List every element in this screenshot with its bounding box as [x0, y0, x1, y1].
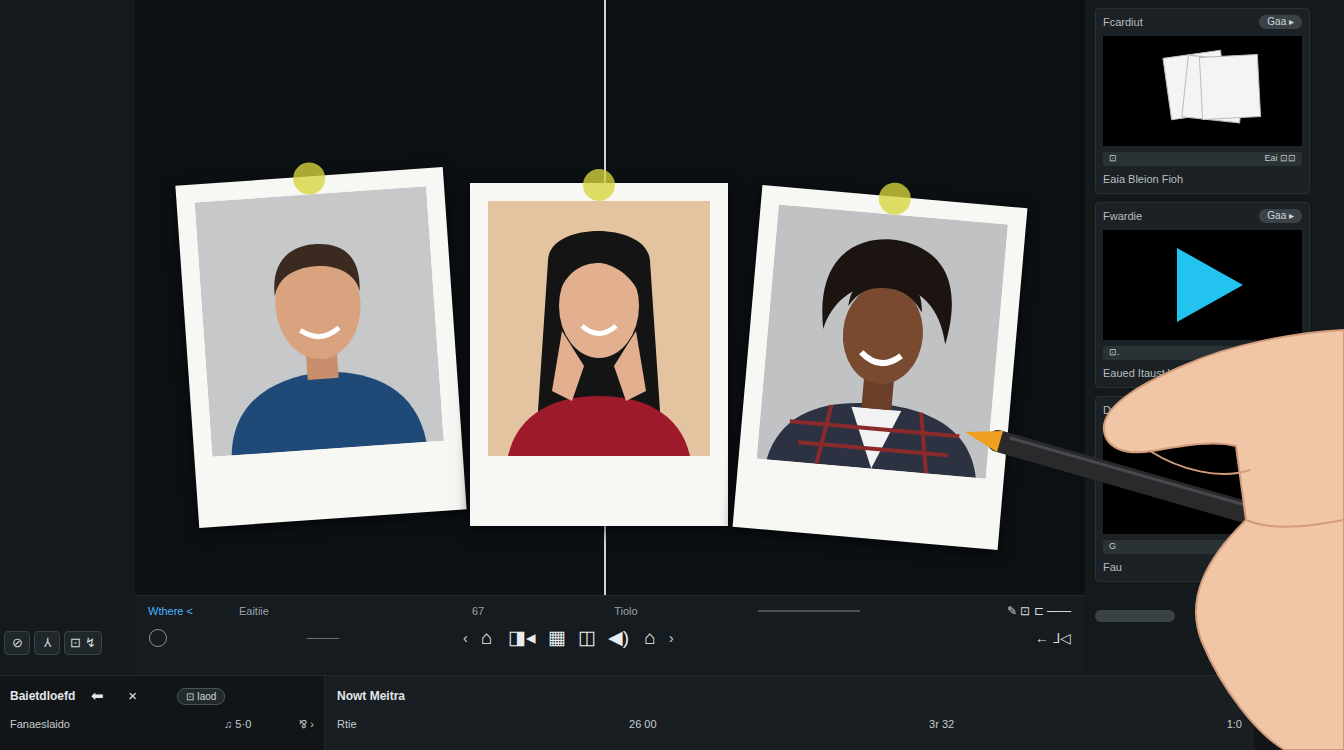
track-section: Nowt Meitra Rtie 26 00 3r 32 1:0	[325, 676, 1254, 750]
preview-meta: ⊡.	[1103, 346, 1302, 360]
divider	[307, 638, 339, 639]
tool-button[interactable]: ▦	[542, 624, 572, 653]
previous-button[interactable]: ‹	[459, 628, 472, 649]
rail-button[interactable]: ⅄	[34, 631, 60, 655]
panel-scroll-handle[interactable]	[1095, 610, 1175, 622]
undo-controls[interactable]: ← ⅃◁	[1035, 628, 1071, 649]
preview-view[interactable]	[1103, 230, 1302, 340]
rail-button[interactable]: ⊘	[4, 631, 30, 655]
man-portrait-icon	[195, 186, 444, 457]
track-label: Rtie	[337, 716, 357, 733]
polaroid-photo[interactable]	[733, 185, 1028, 550]
rail-button[interactable]: ⊡ ↯	[64, 631, 102, 655]
meta-left: G	[1109, 540, 1116, 554]
canvas[interactable]	[135, 0, 1085, 595]
polaroid-photo[interactable]	[175, 167, 466, 528]
track-row: Rtie 26 00 3r 32 1:0	[337, 710, 1242, 738]
next-button[interactable]: ›	[665, 628, 678, 649]
close-button[interactable]: ×	[128, 685, 137, 708]
record-button[interactable]	[149, 629, 167, 647]
empty-preview-icon	[1105, 424, 1300, 534]
preview-card[interactable]: Dvai G Fau	[1095, 396, 1310, 582]
preview-panel: Fcardiut Gaa ▸ ⊡ Eai ⊡⊡ Eaia Bleion Fioh Fwar…	[1085, 0, 1344, 675]
meta-right: Eai ⊡⊡	[1264, 152, 1296, 166]
preview-meta: ⊡ Eai ⊡⊡	[1103, 152, 1302, 166]
track-title: Nowt Meitra	[337, 682, 1242, 710]
meta-left: ⊡.	[1109, 346, 1120, 360]
pin-icon	[877, 181, 912, 216]
left-rail: ⊘⅄⊡ ↯	[0, 0, 135, 675]
scrub-track[interactable]	[758, 610, 860, 612]
meta-left: ⊡	[1109, 152, 1117, 166]
track-time: 3r 32	[929, 716, 954, 733]
canvas-column: Wthere <Eaitiie67Tiolo✎ ⊡ ⊏ —— ‹⌂◨◂▦◫◀)⌂…	[135, 0, 1085, 675]
hand-pen-illustration	[0, 0, 1344, 750]
preview-title: Fwardie	[1103, 208, 1142, 225]
back-button[interactable]: ⬅	[91, 685, 104, 708]
edit-tools[interactable]: ✎ ⊡ ⊏ ——	[1007, 602, 1071, 620]
tool-button[interactable]: ◫	[572, 624, 602, 653]
preview-card[interactable]: Fcardiut Gaa ▸ ⊡ Eai ⊡⊡ Eaia Bleion Fioh	[1095, 8, 1310, 194]
track-time: 26 00	[629, 716, 657, 733]
preview-title: Fcardiut	[1103, 14, 1143, 31]
toolbar: Wthere <Eaitiie67Tiolo✎ ⊡ ⊏ —— ‹⌂◨◂▦◫◀)⌂…	[135, 595, 1085, 675]
tool-button[interactable]: ◨◂	[502, 624, 542, 653]
preview-header: Dvai	[1103, 402, 1302, 419]
preview-view[interactable]	[1103, 36, 1302, 146]
media-chip[interactable]: ⊡ Iaod	[177, 688, 225, 705]
media-row: Fanaeslaido ♫ 5·0 ⅋ ›	[10, 710, 314, 738]
preview-header: Fcardiut Gaa ▸	[1103, 14, 1302, 31]
tool-group: ‹⌂◨◂▦◫◀)⌂›	[459, 624, 678, 653]
media-end[interactable]: ⅋ ›	[299, 716, 314, 733]
preview-action-button[interactable]: Gaa ▸	[1259, 209, 1302, 223]
preview-view[interactable]	[1103, 424, 1302, 534]
preview-caption: Eaia Bleion Fioh	[1103, 171, 1302, 190]
preview-card[interactable]: Fwardie Gaa ▸ ⊡. Eaued Itaust Vion	[1095, 202, 1310, 388]
polaroid-photo[interactable]	[470, 183, 728, 526]
preview-title: Dvai	[1103, 402, 1125, 419]
media-section: Baietdloefd ⬅ × ⊡ Iaod Fanaeslaido ♫ 5·0 ⅋ ›	[0, 676, 325, 750]
media-title: Baietdloefd	[10, 687, 75, 705]
man-portrait-icon	[757, 205, 1008, 479]
timeline-bar: Baietdloefd ⬅ × ⊡ Iaod Fanaeslaido ♫ 5·0 ⅋ › N…	[0, 675, 1344, 750]
clip-title: Tiolo	[614, 603, 637, 620]
tool-button[interactable]: ◀)	[602, 624, 635, 653]
editor-window: ⊘⅄⊡ ↯	[0, 0, 1344, 750]
preview-action-button[interactable]: Gaa ▸	[1259, 15, 1302, 29]
preview-header: Fwardie Gaa ▸	[1103, 208, 1302, 225]
play-icon	[1105, 230, 1300, 340]
media-label: Fanaeslaido	[10, 716, 70, 733]
preview-caption: Eaued Itaust Vion	[1103, 365, 1302, 384]
preview-caption: Fau	[1103, 559, 1302, 578]
media-time: ♫ 5·0	[224, 716, 251, 733]
preview-meta: G	[1103, 540, 1302, 554]
woman-portrait-icon	[488, 201, 710, 456]
tool-button[interactable]: ⌂	[635, 624, 665, 653]
toolbar-tab[interactable]: Eaitiie	[236, 602, 272, 621]
tool-button[interactable]: ⌂	[472, 624, 502, 653]
frame-counter: 67	[472, 603, 484, 620]
pin-icon	[292, 161, 326, 195]
track-time: 1:0	[1227, 716, 1242, 733]
stacked-frames-icon	[1105, 36, 1300, 146]
media-header: Baietdloefd ⬅ × ⊡ Iaod	[10, 682, 314, 710]
pin-icon	[583, 169, 615, 201]
toolbar-tab[interactable]: Wthere <	[145, 602, 196, 621]
